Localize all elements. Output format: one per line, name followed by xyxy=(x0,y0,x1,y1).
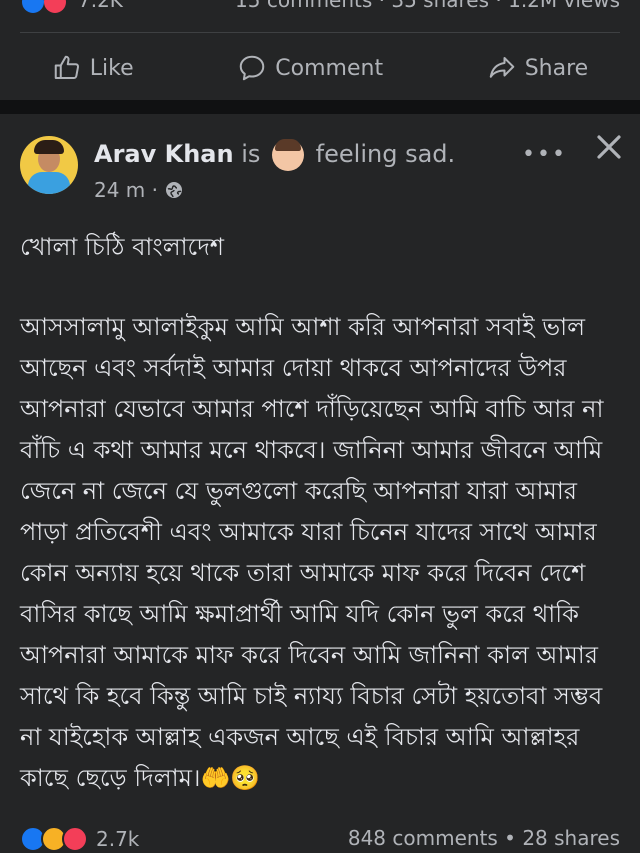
post-body: আসসালামু আলাইকুম আমি আশা করি আপনারা সবাই… xyxy=(20,313,604,792)
like-reaction-icon xyxy=(22,0,44,13)
is-word: is xyxy=(241,140,261,168)
share-arrow-icon xyxy=(489,57,514,78)
post-header: Arav Khan is feeling sad. xyxy=(94,138,455,171)
comment-label: Comment xyxy=(275,55,384,81)
previous-reaction-count[interactable]: 7.2K xyxy=(78,0,123,12)
divider xyxy=(20,32,620,33)
previous-post-card: 7.2K 15 comments · 35 shares · 1.2M view… xyxy=(0,0,640,100)
like-label: Like xyxy=(89,55,134,81)
globe-icon xyxy=(166,182,183,198)
love-reaction-icon xyxy=(62,826,88,852)
author-name[interactable]: Arav Khan xyxy=(94,140,234,168)
comment-button[interactable]: Comment xyxy=(237,53,383,83)
love-reaction-icon xyxy=(44,0,67,13)
previous-stats-right[interactable]: 15 comments · 35 shares · 1.2M views xyxy=(235,0,620,12)
more-options-button[interactable]: ••• xyxy=(522,142,567,167)
more-icon: ••• xyxy=(522,142,567,167)
feeling-text[interactable]: feeling sad. xyxy=(316,140,455,168)
post-time[interactable]: 24 m · xyxy=(94,178,158,202)
reaction-count: 2.7k xyxy=(96,827,140,851)
reaction-summary[interactable]: 2.7k xyxy=(20,826,139,852)
previous-reactions[interactable] xyxy=(22,0,67,13)
like-thumb-icon xyxy=(54,55,79,79)
share-button[interactable]: Share xyxy=(487,53,589,83)
post-stats[interactable]: 848 comments • 28 shares xyxy=(348,826,620,850)
close-icon[interactable] xyxy=(594,132,624,162)
post-meta: 24 m · xyxy=(94,178,184,202)
avatar[interactable] xyxy=(20,136,78,194)
like-button[interactable]: Like xyxy=(52,53,134,83)
share-label: Share xyxy=(524,55,589,81)
post-card: Arav Khan is feeling sad. 24 m · ••• খোল… xyxy=(0,114,640,853)
feed-separator xyxy=(0,100,640,114)
post-title: খোলা চিঠি বাংলাদেশ xyxy=(20,233,225,261)
sad-face-emoji-icon xyxy=(272,139,305,171)
comment-bubble-icon xyxy=(240,55,265,81)
previous-post-stats: 7.2K 15 comments · 35 shares · 1.2M view… xyxy=(0,0,640,13)
action-bar: Like Comment Share xyxy=(0,42,640,94)
